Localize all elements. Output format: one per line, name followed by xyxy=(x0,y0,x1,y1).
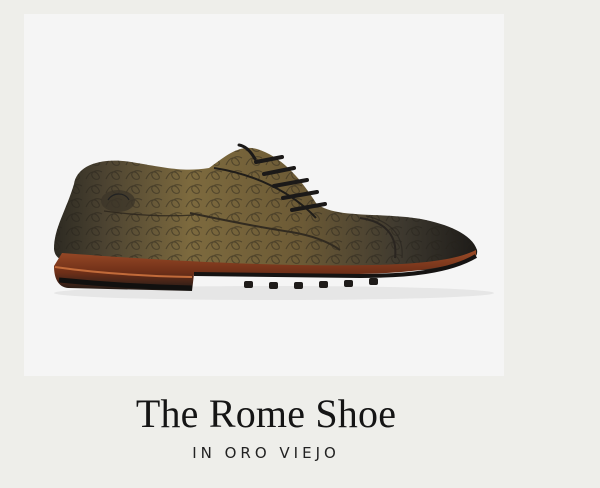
product-title: The Rome Shoe xyxy=(135,391,397,436)
product-subtitle: IN ORO VIEJO xyxy=(192,444,340,462)
shoe-icon xyxy=(54,143,494,300)
product-card[interactable]: The Rome Shoe IN ORO VIEJO xyxy=(0,0,600,488)
product-image[interactable] xyxy=(24,14,504,376)
